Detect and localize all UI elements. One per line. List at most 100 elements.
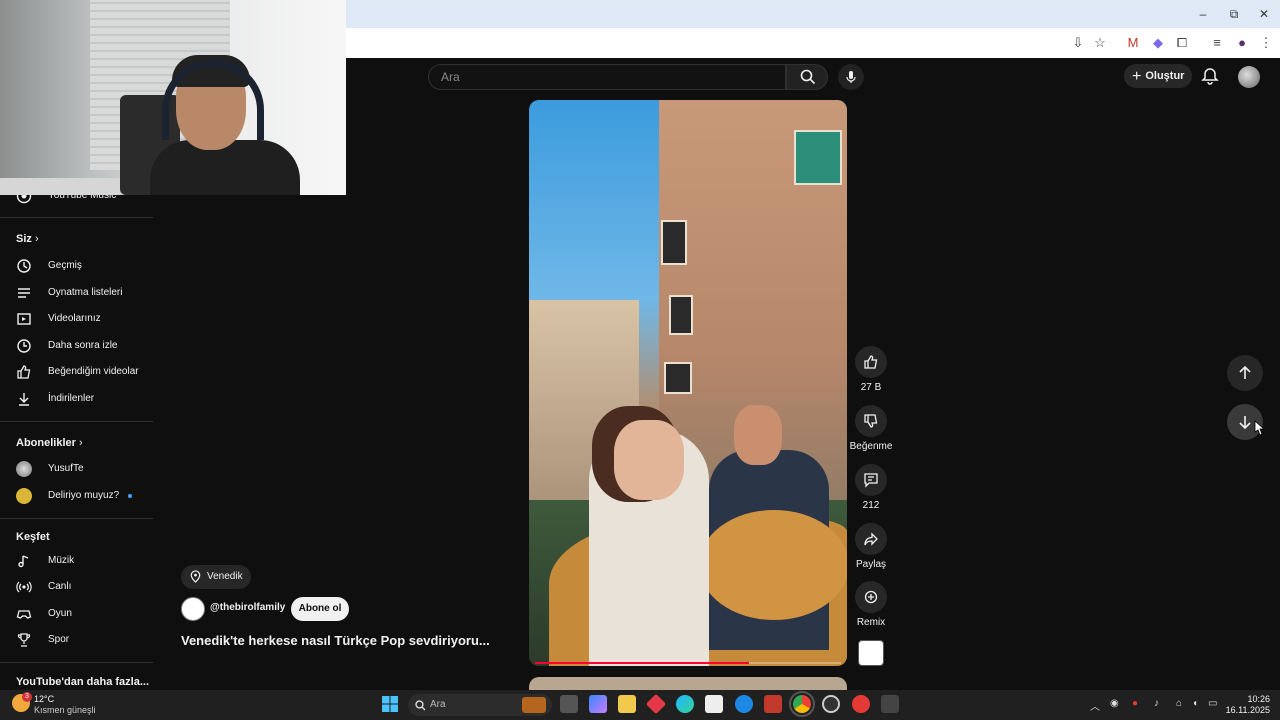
media-control-icon[interactable]: ≡ [1207, 33, 1227, 53]
previous-video-button[interactable] [1227, 355, 1263, 391]
sidebar-item-music[interactable]: Müzik [0, 548, 153, 574]
sidebar-item-label: Oyun [48, 608, 72, 619]
channel-avatar[interactable] [181, 597, 205, 621]
channel-name[interactable]: @thebirolfamily [210, 602, 285, 613]
tray-overflow-icon[interactable]: ︿ [1090, 698, 1100, 713]
share-icon [864, 532, 878, 546]
clock-time[interactable]: 10:26 [1236, 694, 1270, 704]
maximize-button[interactable]: ⧉ [1219, 4, 1249, 24]
tray-network-icon[interactable]: ⌂ [1176, 698, 1182, 709]
remix-icon [864, 590, 878, 604]
taskbar-search-input[interactable]: Ara [408, 694, 552, 716]
tray-battery-icon[interactable]: ▭ [1208, 698, 1217, 709]
comment-count: 212 [862, 500, 880, 511]
audio-source-thumbnail[interactable] [858, 640, 884, 666]
like-button[interactable] [855, 346, 887, 378]
menu-kebab-icon[interactable]: ⋮ [1256, 33, 1276, 53]
sidebar-item-subscription[interactable]: Deliriyo muyuz? [0, 483, 153, 509]
tray-volume-icon[interactable]: ◖ [1192, 698, 1198, 709]
app-icon[interactable] [881, 695, 899, 713]
subscribe-button[interactable]: Abone ol [291, 597, 349, 621]
plus-icon: + [1132, 68, 1142, 85]
close-button[interactable]: ✕ [1249, 4, 1279, 24]
task-view-icon[interactable] [560, 695, 578, 713]
share-button[interactable] [855, 523, 887, 555]
search-highlight-icon [522, 697, 546, 713]
edge-icon[interactable] [676, 695, 694, 713]
notifications-button[interactable] [1200, 66, 1220, 86]
progress-fill [535, 662, 750, 664]
windows-start-icon[interactable] [381, 695, 399, 713]
file-explorer-icon[interactable] [618, 695, 636, 713]
dislike-button[interactable] [855, 405, 887, 437]
divider [0, 421, 153, 422]
sidebar-item-history[interactable]: Geçmiş [0, 253, 153, 279]
gaming-icon [16, 610, 32, 619]
minimize-button[interactable]: – [1188, 4, 1218, 24]
sidebar-item-label: Daha sonra izle [48, 340, 118, 351]
sidebar-heading-explore: Keşfet [16, 531, 50, 543]
download-icon [19, 393, 29, 406]
sidebar-item-label: Canlı [48, 581, 72, 592]
search-button[interactable] [786, 64, 828, 90]
video-progress-bar[interactable] [535, 662, 841, 664]
app-icon[interactable] [852, 695, 870, 713]
watch-later-icon [17, 339, 31, 353]
sidebar-item-downloads[interactable]: İndirilenler [0, 386, 153, 412]
desk [0, 178, 120, 195]
window [794, 130, 842, 185]
clock-date[interactable]: 16.11.2025 [1222, 705, 1270, 715]
sidebar: YouTube Music Siz › Geçmiş Oynatma liste… [0, 188, 153, 690]
search-input[interactable]: Ara [428, 64, 786, 90]
chrome-icon[interactable] [789, 691, 815, 717]
sidebar-item-playlists[interactable]: Oynatma listeleri [0, 280, 153, 306]
sidebar-item-your-videos[interactable]: Videolarınız [0, 306, 153, 332]
app-icon[interactable] [822, 695, 840, 713]
sidebar-item-watch-later[interactable]: Daha sonra izle [0, 333, 153, 359]
remix-button[interactable] [855, 581, 887, 613]
short-video-player[interactable] [529, 100, 847, 666]
sidebar-heading-subscriptions[interactable]: Abonelikler › [16, 437, 83, 449]
divider [0, 217, 153, 218]
comments-button[interactable] [855, 464, 887, 496]
microphone-icon [846, 71, 856, 83]
tray-app-icon[interactable]: ● [1132, 698, 1138, 709]
store-icon[interactable] [705, 695, 723, 713]
remix-label: Remix [856, 617, 886, 628]
copilot-icon[interactable] [589, 695, 607, 713]
app-icon[interactable] [645, 693, 667, 715]
dislike-label: Beğenme [849, 441, 893, 452]
sidebar-item-label: YusufTe [48, 463, 84, 474]
account-avatar[interactable] [1238, 66, 1260, 88]
tray-app-icon[interactable]: ◉ [1110, 698, 1119, 709]
next-video-preview[interactable] [529, 677, 847, 691]
playlist-icon [18, 288, 30, 298]
sidebar-item-subscription[interactable]: YusufTe [0, 456, 153, 482]
app-icon[interactable] [735, 695, 753, 713]
sidebar-item-live[interactable]: Canlı [0, 574, 153, 600]
weather-temp[interactable]: 12°C [34, 694, 54, 704]
extensions-puzzle-icon[interactable]: ⧠ [1172, 33, 1192, 53]
search-icon [800, 69, 816, 85]
bookmark-star-icon[interactable]: ☆ [1090, 33, 1110, 53]
extension-gmail-icon[interactable]: M [1123, 33, 1143, 53]
video-title[interactable]: Venedik'te herkese nasıl Türkçe Pop sevd… [181, 633, 491, 648]
location-label: Venedik [207, 571, 243, 582]
location-chip[interactable]: Venedik [181, 565, 251, 589]
sidebar-item-gaming[interactable]: Oyun [0, 601, 153, 627]
your-videos-icon [17, 313, 31, 325]
voice-search-button[interactable] [838, 64, 864, 90]
sidebar-item-sports[interactable]: Spor [0, 627, 153, 653]
create-button[interactable]: + Oluştur [1124, 64, 1192, 88]
tray-mic-icon[interactable]: ♪ [1154, 698, 1159, 709]
sidebar-item-label: Spor [48, 634, 70, 645]
sidebar-item-liked-videos[interactable]: Beğendiğim videolar [0, 359, 153, 385]
weather-desc[interactable]: Kısmen güneşli [34, 705, 96, 715]
sidebar-item-label: İndirilenler [48, 393, 95, 404]
profile-icon[interactable]: ● [1232, 33, 1252, 53]
sidebar-heading-you[interactable]: Siz › [16, 233, 39, 245]
woman-head [614, 420, 684, 500]
extension-icon[interactable]: ◆ [1148, 33, 1168, 53]
install-app-icon[interactable]: ⇩ [1068, 33, 1088, 53]
mcafee-icon[interactable] [764, 695, 782, 713]
